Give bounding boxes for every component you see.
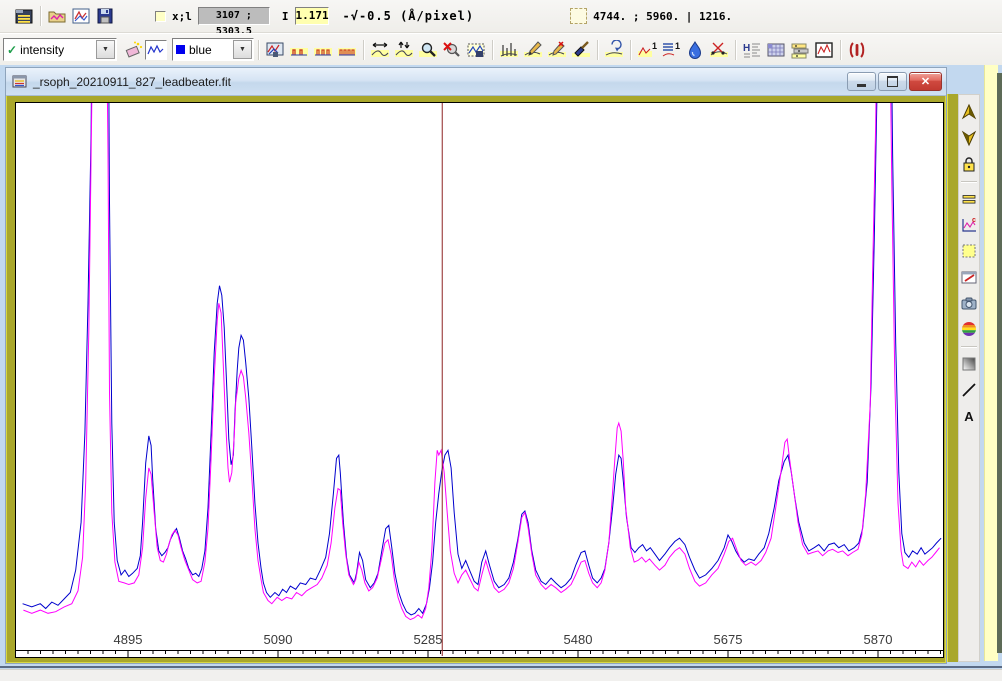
- lock-scale-icon[interactable]: [959, 153, 979, 175]
- toolbar-separator: [492, 40, 493, 60]
- zoom-reset-icon[interactable]: [440, 38, 464, 62]
- coord-checkbox-label: x;l: [172, 10, 192, 23]
- color-swatch: [176, 45, 185, 54]
- mode-select-value: intensity: [20, 43, 64, 57]
- water-vapor-icon[interactable]: [683, 38, 707, 62]
- snapshot-camera-icon[interactable]: [959, 292, 979, 314]
- equal-scale-icon[interactable]: [959, 188, 979, 210]
- zoom-in-icon[interactable]: [416, 38, 440, 62]
- mode-select[interactable]: ✓intensity ▼: [3, 38, 117, 61]
- add-text-icon[interactable]: A: [959, 405, 979, 427]
- periodic-table-icon[interactable]: [764, 38, 788, 62]
- color-select-value: blue: [189, 43, 212, 57]
- coord-readout: 3107 ; 5303.5: [198, 7, 270, 25]
- chevron-down-icon[interactable]: ▼: [233, 40, 252, 59]
- pan-up-icon[interactable]: [959, 101, 979, 123]
- svg-text:H: H: [743, 43, 750, 54]
- frame-profile-icon[interactable]: [812, 38, 836, 62]
- color-palette-icon[interactable]: [959, 318, 979, 340]
- svg-text:5090: 5090: [264, 632, 293, 647]
- document-icon: [12, 74, 28, 89]
- reference-lines-icon[interactable]: 1: [659, 38, 683, 62]
- svg-text:1: 1: [652, 41, 657, 51]
- svg-text:5675: 5675: [714, 632, 743, 647]
- intensity-readout: 1.171: [295, 7, 329, 25]
- maximize-button[interactable]: [878, 72, 907, 91]
- toolbar-separator: [961, 346, 977, 347]
- replot-curve-icon[interactable]: c: [959, 214, 979, 236]
- spectrum-chart[interactable]: 4895 5090 5285 5480 5675 5870: [15, 102, 944, 658]
- color-select[interactable]: blue ▼: [172, 38, 254, 61]
- toolbar-separator: [735, 40, 736, 60]
- intensity-label: I: [282, 10, 289, 23]
- select-region-icon[interactable]: [959, 240, 979, 262]
- close-icon: ✕: [921, 75, 930, 88]
- range-selection-box[interactable]: [570, 8, 587, 24]
- chevron-down-icon[interactable]: ▼: [96, 40, 115, 59]
- heliocentric-correction-icon[interactable]: [845, 38, 869, 62]
- draw-point-icon[interactable]: [521, 38, 545, 62]
- normalize-to-1-icon[interactable]: 1: [635, 38, 659, 62]
- minimize-icon: [857, 84, 866, 87]
- line-database-icon[interactable]: [788, 38, 812, 62]
- svg-text:5285: 5285: [414, 632, 443, 647]
- toolbar-separator: [40, 6, 41, 26]
- pick-line-icon[interactable]: [497, 38, 521, 62]
- mdi-workspace: _rsoph_20210911_827_leadbeater.fit ✕ 489…: [0, 65, 1002, 669]
- profile-stack-icon[interactable]: [12, 4, 36, 28]
- crop-profile-icon[interactable]: [707, 38, 731, 62]
- toolbar-top: x;l 3107 ; 5303.5 I 1.171 -√-0.5 (Å/pixe…: [0, 0, 1002, 33]
- toolbar-separator: [363, 40, 364, 60]
- undo-transform-icon[interactable]: [602, 38, 626, 62]
- open-profile-icon[interactable]: [45, 4, 69, 28]
- display-mode-3-icon[interactable]: [335, 38, 359, 62]
- document-window[interactable]: _rsoph_20210911_827_leadbeater.fit ✕ 489…: [5, 67, 947, 664]
- svg-text:4895: 4895: [114, 632, 143, 647]
- range-readout: 4744. ; 5960. | 1216.: [593, 10, 732, 23]
- svg-text:5480: 5480: [564, 632, 593, 647]
- svg-text:5870: 5870: [864, 632, 893, 647]
- element-lines-icon[interactable]: H: [740, 38, 764, 62]
- window-title: _rsoph_20210911_827_leadbeater.fit: [33, 75, 845, 89]
- screen-edge: [997, 73, 1002, 653]
- background-window-strip: [984, 65, 998, 661]
- display-mode-2-icon[interactable]: [311, 38, 335, 62]
- overlay-compare-icon[interactable]: [263, 38, 287, 62]
- right-toolbar: c A: [958, 94, 980, 662]
- expand-x-icon[interactable]: [368, 38, 392, 62]
- window-title-bar[interactable]: _rsoph_20210911_827_leadbeater.fit ✕: [6, 68, 946, 96]
- dispersion-readout: -√-0.5 (Å/pixel): [343, 9, 475, 23]
- coord-checkbox[interactable]: [155, 11, 166, 22]
- annotate-pen-icon[interactable]: [959, 266, 979, 288]
- pan-down-icon[interactable]: [959, 127, 979, 149]
- toolbar-separator: [258, 40, 259, 60]
- draw-line-icon[interactable]: [959, 379, 979, 401]
- gradient-fill-icon[interactable]: [959, 353, 979, 375]
- display-mode-1-icon[interactable]: [287, 38, 311, 62]
- toolbar-separator: [961, 181, 977, 182]
- toolbar-separator: [597, 40, 598, 60]
- delete-point-icon[interactable]: [545, 38, 569, 62]
- preview-profile-icon[interactable]: [145, 40, 167, 60]
- expand-y-icon[interactable]: [392, 38, 416, 62]
- maximize-icon: [887, 76, 898, 87]
- close-button[interactable]: ✕: [909, 72, 942, 91]
- text-tool-glyph: A: [964, 409, 973, 424]
- save-profile-icon[interactable]: [93, 4, 117, 28]
- display-profile-icon[interactable]: [69, 4, 93, 28]
- toolbar-separator: [840, 40, 841, 60]
- svg-text:1: 1: [675, 41, 680, 51]
- clean-profile-icon[interactable]: [569, 38, 593, 62]
- svg-text:c: c: [972, 217, 976, 224]
- toolbar-main: ✓intensity ▼ blue ▼: [0, 33, 1002, 66]
- window-bottom-edge: [0, 666, 1002, 668]
- toolbar-separator: [630, 40, 631, 60]
- minimize-button[interactable]: [847, 72, 876, 91]
- check-icon: ✓: [7, 43, 17, 57]
- erase-marks-icon[interactable]: [121, 38, 145, 62]
- status-bar: [0, 669, 1002, 681]
- spectrum-plot-area[interactable]: 4895 5090 5285 5480 5675 5870: [15, 102, 944, 658]
- zoom-selection-icon[interactable]: [464, 38, 488, 62]
